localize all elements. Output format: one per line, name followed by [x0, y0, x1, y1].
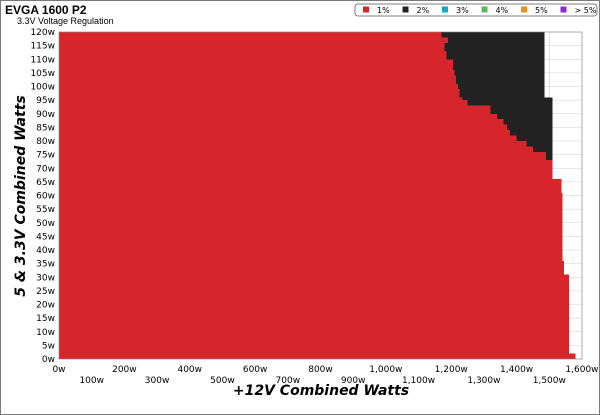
x-tick-label: 1,600w: [565, 365, 598, 375]
band-1pct: [59, 160, 553, 163]
band-1pct: [59, 70, 455, 76]
band-1pct: [59, 124, 507, 131]
x-tick-label: 0w: [52, 365, 65, 375]
y-tick-label: 100w: [30, 83, 55, 93]
y-tick-label: 90w: [36, 110, 55, 120]
y-tick-label: 60w: [36, 192, 55, 202]
y-tick-label: 110w: [30, 55, 55, 65]
y-tick-label: 55w: [36, 205, 55, 215]
band-1pct: [59, 37, 448, 43]
legend-label: 2%: [417, 6, 430, 15]
y-axis: 0w 5w 10w 15w 20w 25w 30w 35w 40w 45w 50w 55w 60w 65w…: [30, 28, 55, 365]
y-tick-label: 115w: [30, 42, 55, 52]
legend-swatch: [481, 6, 488, 13]
y-tick-label: 40w: [36, 246, 55, 256]
y-tick-label: 95w: [36, 96, 55, 106]
band-1pct: [59, 89, 460, 98]
y-tick-label: 15w: [36, 314, 55, 324]
y-tick-label: 50w: [36, 219, 55, 229]
y-tick-label: 10w: [36, 328, 55, 338]
band-1pct: [59, 146, 533, 152]
x-axis-label: +12V Combined Watts: [233, 383, 409, 399]
x-tick-label: 1,200w: [435, 365, 468, 375]
y-tick-label: 80w: [36, 137, 55, 147]
band-1pct: [59, 135, 517, 141]
x-tick-label: 100w: [79, 376, 104, 386]
legend-swatch: [560, 6, 567, 13]
legend-swatch: [402, 6, 409, 13]
band-1pct: [59, 353, 576, 359]
band-1pct: [59, 179, 562, 193]
band-1pct: [59, 130, 511, 136]
y-axis-label: 5 & 3.3V Combined Watts: [13, 95, 29, 297]
y-tick-label: 85w: [36, 123, 55, 133]
x-tick-label: 300w: [145, 376, 170, 386]
band-1pct: [59, 97, 463, 101]
y-tick-label: 45w: [36, 232, 55, 242]
y-tick-label: 0w: [42, 355, 55, 365]
x-tick-label: 1,000w: [369, 365, 402, 375]
y-tick-label: 25w: [36, 287, 55, 297]
band-1pct: [59, 260, 565, 275]
y-tick-label: 20w: [36, 301, 55, 311]
y-tick-label: 5w: [42, 341, 55, 351]
band-1pct: [59, 119, 504, 125]
legend-swatch: [521, 6, 527, 13]
legend-swatch: [442, 6, 448, 13]
x-tick-label: 1,400w: [500, 365, 533, 375]
band-1pct: [59, 100, 468, 106]
band-1pct: [59, 162, 553, 180]
band-1pct: [59, 75, 457, 84]
chart-title: EVGA 1600 P2: [5, 3, 87, 17]
legend-label: 1%: [377, 6, 390, 15]
band-1pct: [59, 192, 563, 237]
x-tick-label: 600w: [243, 365, 268, 375]
y-tick-label: 105w: [30, 69, 55, 79]
band-1pct: [59, 141, 527, 147]
band-1pct: [59, 59, 453, 71]
legend-label: 5%: [535, 6, 548, 15]
y-tick-label: 65w: [36, 178, 55, 188]
y-tick-label: 70w: [36, 164, 55, 174]
band-1pct: [59, 274, 569, 354]
y-tick-label: 35w: [36, 260, 55, 270]
x-tick-label: 200w: [112, 365, 137, 375]
band-1pct: [59, 236, 563, 261]
legend-label: 4%: [496, 6, 509, 15]
x-tick-label: 1,500w: [533, 376, 566, 386]
y-tick-label: 120w: [30, 28, 55, 38]
band-1pct: [59, 32, 442, 38]
band-1pct: [59, 151, 547, 161]
band-1pct: [59, 83, 458, 90]
y-tick-label: 75w: [36, 151, 55, 161]
legend-swatch: [363, 6, 369, 13]
x-tick-label: 800w: [308, 365, 333, 375]
band-1pct: [59, 105, 491, 114]
band-1pct: [59, 51, 447, 60]
x-tick-label: 500w: [210, 376, 235, 386]
legend-label: 3%: [456, 6, 469, 15]
y-tick-label: 30w: [36, 273, 55, 283]
legend: 1% 2% 3% 4% 5% > 5%: [354, 3, 598, 17]
data-layer: [59, 32, 576, 359]
chart-subtitle: 3.3V Voltage Regulation: [17, 16, 114, 26]
x-tick-label: 400w: [177, 365, 202, 375]
chart-frame: EVGA 1600 P2 3.3V Voltage Regulation 1% 2…: [0, 0, 600, 415]
legend-label: > 5%: [575, 6, 597, 15]
x-tick-label: 1,300w: [467, 376, 500, 386]
chart-svg: EVGA 1600 P2 3.3V Voltage Regulation 1% 2…: [5, 3, 599, 399]
band-1pct: [59, 42, 445, 52]
band-1pct: [59, 113, 498, 120]
